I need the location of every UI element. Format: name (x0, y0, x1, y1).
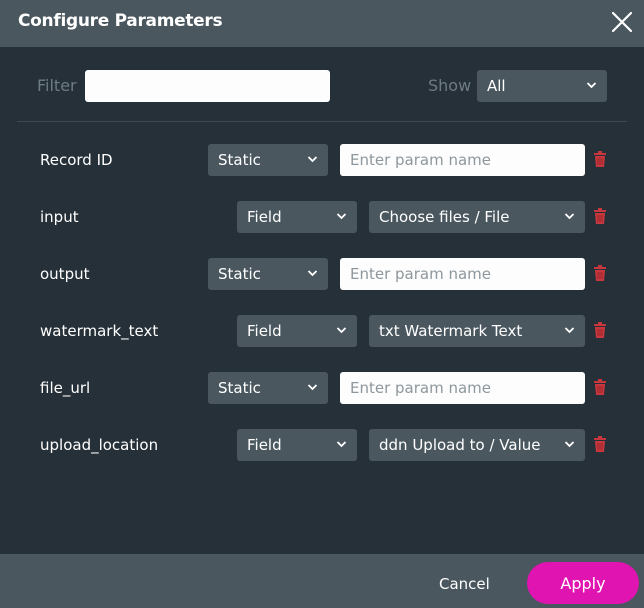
param-type-select[interactable]: Static (208, 372, 328, 404)
trash-icon (594, 322, 606, 338)
trash-icon (594, 208, 606, 224)
delete-param-button[interactable] (594, 379, 606, 395)
param-type-value: Field (247, 322, 282, 340)
param-type-select[interactable]: Field (237, 201, 357, 233)
param-value-select[interactable]: ddn Upload to / Value (369, 429, 585, 461)
param-value-select[interactable]: Choose files / File (369, 201, 585, 233)
param-name: file_url (40, 379, 91, 397)
chevron-down-icon (564, 440, 575, 448)
filter-label: Filter (37, 76, 77, 95)
param-type-value: Static (218, 265, 261, 283)
show-select-value: All (487, 77, 506, 95)
param-name: output (40, 265, 90, 283)
param-name: input (40, 208, 79, 226)
param-type-value: Field (247, 208, 282, 226)
param-name: Record ID (40, 151, 113, 169)
param-type-value: Static (218, 379, 261, 397)
trash-icon (594, 151, 606, 167)
chevron-down-icon (564, 326, 575, 334)
trash-icon (594, 379, 606, 395)
chevron-down-icon (336, 212, 347, 220)
param-value-input[interactable] (340, 144, 585, 176)
close-button[interactable] (611, 11, 633, 33)
chevron-down-icon (564, 212, 575, 220)
delete-param-button[interactable] (594, 436, 606, 452)
chevron-down-icon (336, 440, 347, 448)
divider (17, 121, 627, 122)
chevron-down-icon (307, 155, 318, 163)
param-value: ddn Upload to / Value (379, 436, 541, 454)
show-select[interactable]: All (477, 70, 607, 102)
dialog-header: Configure Parameters (0, 0, 644, 47)
delete-param-button[interactable] (594, 208, 606, 224)
filter-input[interactable] (85, 70, 330, 102)
cancel-button[interactable]: Cancel (439, 575, 490, 593)
param-type-value: Field (247, 436, 282, 454)
param-value: txt Watermark Text (379, 322, 523, 340)
chevron-down-icon (307, 383, 318, 391)
param-name: upload_location (40, 436, 159, 454)
delete-param-button[interactable] (594, 322, 606, 338)
param-type-select[interactable]: Field (237, 429, 357, 461)
param-value-input[interactable] (340, 372, 585, 404)
close-icon (611, 11, 633, 33)
chevron-down-icon (336, 326, 347, 334)
param-type-select[interactable]: Field (237, 315, 357, 347)
delete-param-button[interactable] (594, 265, 606, 281)
show-label: Show (428, 76, 472, 95)
param-type-value: Static (218, 151, 261, 169)
param-value-select[interactable]: txt Watermark Text (369, 315, 585, 347)
param-name: watermark_text (40, 322, 159, 340)
trash-icon (594, 436, 606, 452)
param-type-select[interactable]: Static (208, 144, 328, 176)
param-type-select[interactable]: Static (208, 258, 328, 290)
chevron-down-icon (307, 269, 318, 277)
configure-parameters-dialog: Configure Parameters Filter Show All Rec… (0, 0, 644, 608)
dialog-title: Configure Parameters (18, 11, 223, 31)
param-value-input[interactable] (340, 258, 585, 290)
param-value: Choose files / File (379, 208, 510, 226)
chevron-down-icon (586, 81, 597, 89)
trash-icon (594, 265, 606, 281)
delete-param-button[interactable] (594, 151, 606, 167)
apply-button[interactable]: Apply (527, 562, 639, 604)
